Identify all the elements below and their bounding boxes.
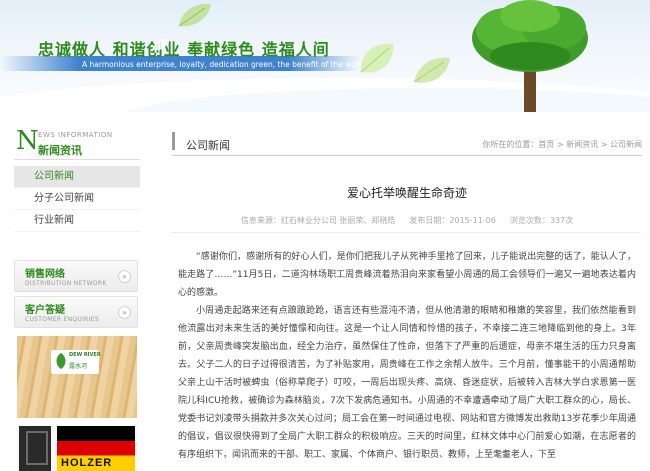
tree-illustration — [472, 0, 588, 112]
ad-brand-en: DEW RIVER — [69, 352, 101, 358]
breadcrumb-item-company-news[interactable]: 公司新闻 — [610, 140, 642, 149]
section-title: 公司新闻 — [186, 139, 230, 152]
breadcrumb-separator: > — [554, 140, 567, 149]
article-paragraph: 小周通走起路来还有点踉踉跄跄，语言还有些混沌不清，但从他清澈的眼睛和稚嫩的笑容里… — [178, 306, 636, 460]
sidebar-header-en: EWS INFORMATION — [38, 131, 113, 139]
leaf-icon — [413, 57, 450, 83]
section-header: 公司新闻 你所在的位置：首页 > 新闻资讯 > 公司新闻 — [172, 130, 642, 156]
leaf-icon — [178, 3, 211, 27]
sidebar-item-subsidiary-news[interactable]: 分子公司新闻 — [14, 188, 140, 210]
sales-network-subtitle: DISTRIBUTION NETWORK — [25, 280, 107, 287]
sidebar-header: N EWS INFORMATION 新闻资讯 — [14, 118, 140, 160]
sales-network-title: 销售网络 — [25, 269, 65, 280]
article-paragraph: “感谢你们，感谢所有的好心人们，是你们把我儿子从死神手里抢了回来，儿子能说出完整… — [178, 252, 636, 298]
arrow-right-icon: » — [118, 270, 131, 283]
customer-enquiries-subtitle: CUSTOMER ENQUIRIES — [25, 316, 99, 323]
sidebar: N EWS INFORMATION 新闻资讯 公司新闻 分子公司新闻 行业新闻 … — [14, 118, 140, 471]
ad-brand-cn: 露水河 — [69, 363, 88, 370]
leaf-icon — [152, 38, 170, 51]
leaf-logo-icon — [56, 353, 66, 369]
leaf-icon — [360, 43, 394, 73]
sidebar-header-letter: N — [16, 126, 39, 156]
article-body: “感谢你们，感谢所有的好心人们，是你们把我儿子从死神手里抢了回来，儿子能说出完整… — [178, 248, 636, 464]
sidebar-menu: 公司新闻 分子公司新闻 行业新闻 — [14, 166, 140, 232]
divider — [172, 232, 642, 233]
article-date: 发布日期：2015-11-06 — [409, 216, 496, 225]
section-bar — [172, 132, 175, 150]
arrow-right-icon: » — [118, 306, 131, 319]
customer-enquiries-button[interactable]: 客户答疑 CUSTOMER ENQUIRIES » — [14, 296, 138, 328]
article-meta: 信息来源：红石林业分公司 张丽荣、郑晓皓 发布日期：2015-11-06 浏览次数：… — [172, 215, 642, 226]
sidebar-header-title: 新闻资讯 — [38, 144, 82, 157]
breadcrumb-item-home[interactable]: 首页 — [538, 140, 554, 149]
breadcrumb-item-news[interactable]: 新闻资讯 — [566, 140, 598, 149]
customer-enquiries-title: 客户答疑 — [25, 305, 65, 316]
ad-banner-holzer[interactable]: HOLZER — [17, 426, 137, 471]
article-title: 爱心托举唤醒生命奇迹 — [346, 186, 467, 200]
sales-network-button[interactable]: 销售网络 DISTRIBUTION NETWORK » — [14, 260, 138, 292]
header-banner: 忠诚做人 和谐创业 奉献绿色 造福人间 A harmonious enterpr… — [0, 0, 650, 112]
door-image — [19, 426, 51, 471]
banner-slogan: 忠诚做人 和谐创业 奉献绿色 造福人间 — [38, 40, 330, 59]
article-source: 信息来源：红石林业分公司 张丽荣、郑晓皓 — [240, 216, 396, 225]
breadcrumb-separator: > — [598, 140, 610, 149]
breadcrumb-prefix: 你所在的位置： — [482, 140, 539, 149]
ad-brand-holzer: HOLZER — [61, 457, 113, 469]
sidebar-item-industry-news[interactable]: 行业新闻 — [14, 210, 140, 232]
article-views: 浏览次数：337次 — [509, 216, 574, 225]
breadcrumb: 你所在的位置：首页 > 新闻资讯 > 公司新闻 — [482, 139, 642, 150]
banner-slogan-en: A harmonious enterprise, loyalty, dedica… — [82, 60, 366, 69]
ad-banner-dew-river[interactable]: DEW RIVER 露水河 — [17, 336, 137, 418]
main-content: 公司新闻 你所在的位置：首页 > 新闻资讯 > 公司新闻 爱心托举唤醒生命奇迹 … — [172, 118, 642, 471]
sidebar-item-company-news[interactable]: 公司新闻 — [14, 166, 140, 188]
